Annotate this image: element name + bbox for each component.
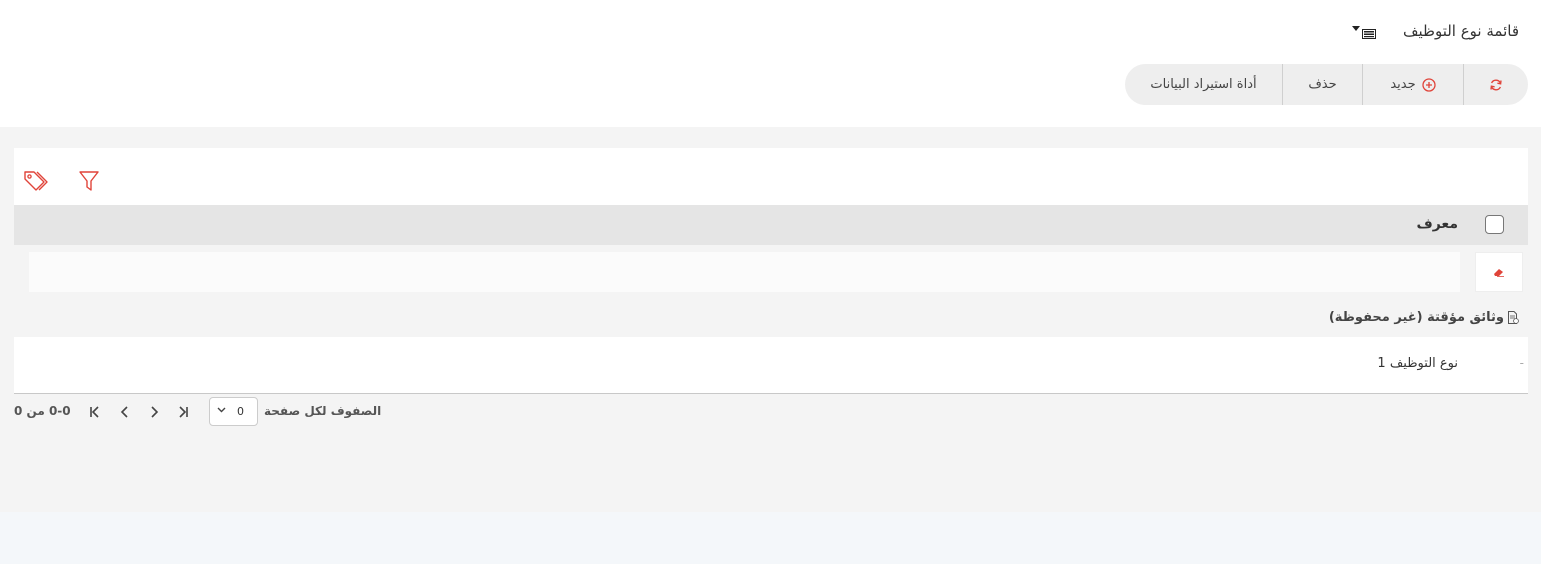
data-import-button[interactable]: أداة استيراد البيانات xyxy=(1125,64,1282,105)
funnel-icon[interactable] xyxy=(78,170,100,192)
action-toolbar: أداة استيراد البيانات حذف جديد xyxy=(1125,64,1528,105)
page-header: قائمة نوع التوظيف أداة استيراد البيانات … xyxy=(0,0,1541,127)
first-page-icon[interactable] xyxy=(87,404,103,420)
new-button[interactable]: جديد xyxy=(1363,64,1463,105)
page-title: قائمة نوع التوظيف xyxy=(1402,22,1519,40)
caret-down-icon xyxy=(1352,26,1360,31)
refresh-button[interactable] xyxy=(1464,64,1528,105)
table-header: معرف xyxy=(14,205,1528,245)
list-view-icon xyxy=(1362,29,1376,39)
rows-per-page-value: 0 xyxy=(237,405,244,418)
temp-docs-title: وثائق مؤقتة (غير محفوظة) xyxy=(1328,310,1504,325)
new-label: جديد xyxy=(1390,77,1416,92)
list-content: معرف وثائق مؤقتة (غير محفوظة) - نوع التو… xyxy=(0,127,1541,512)
tags-icon[interactable] xyxy=(23,170,50,192)
next-page-icon[interactable] xyxy=(146,404,162,420)
delete-button[interactable]: حذف xyxy=(1283,64,1362,105)
column-header-id[interactable]: معرف xyxy=(1416,216,1458,232)
row-label[interactable]: نوع التوظيف 1 xyxy=(1377,356,1458,371)
pagination: 0-0 من 0 0 الصفوف لكل صفحة xyxy=(14,397,394,427)
plus-circle-icon xyxy=(1422,77,1436,92)
rows-per-page-select[interactable]: 0 xyxy=(209,397,258,426)
rows-per-page-label: الصفوف لكل صفحة xyxy=(264,404,382,418)
eraser-icon xyxy=(1494,269,1504,277)
view-switch-dropdown[interactable] xyxy=(1352,24,1380,42)
clear-filter-button[interactable] xyxy=(1475,252,1523,292)
page-range: 0-0 من 0 xyxy=(14,404,71,418)
last-page-icon[interactable] xyxy=(175,404,191,420)
delete-label: حذف xyxy=(1308,77,1337,92)
id-filter-input[interactable] xyxy=(29,252,1460,292)
temp-docs-heading: وثائق مؤقتة (غير محفوظة) xyxy=(1329,310,1519,325)
column-filter-row xyxy=(14,245,1528,298)
select-all-checkbox[interactable] xyxy=(1485,215,1504,234)
filter-panel xyxy=(14,148,1528,205)
document-icon xyxy=(1508,311,1519,324)
chevron-down-icon xyxy=(217,407,226,413)
table-row[interactable]: - نوع التوظيف 1 xyxy=(14,337,1528,394)
previous-page-icon[interactable] xyxy=(117,404,133,420)
data-import-label: أداة استيراد البيانات xyxy=(1150,77,1257,92)
refresh-icon xyxy=(1490,79,1502,90)
row-marker: - xyxy=(1519,356,1524,370)
